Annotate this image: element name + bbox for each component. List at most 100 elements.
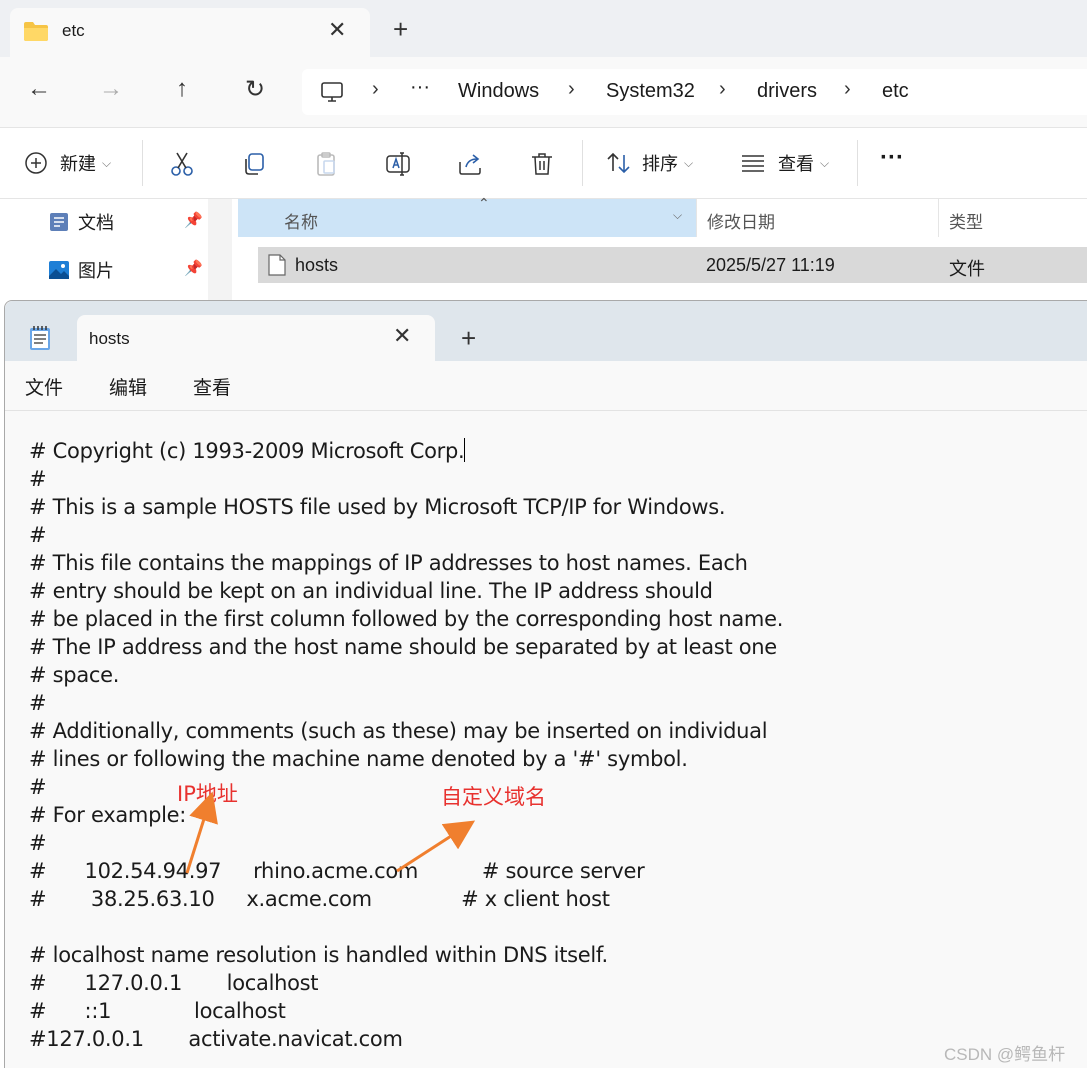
toolbar-divider xyxy=(857,140,858,186)
view-button[interactable]: 查看 ⌵ xyxy=(740,150,829,176)
toolbar-divider xyxy=(142,140,143,186)
file-date: 2025/5/27 11:19 xyxy=(706,255,835,275)
sort-ascending-icon: ⌃ xyxy=(478,195,490,211)
plus-circle-icon xyxy=(25,152,47,174)
view-list-icon xyxy=(742,155,764,172)
column-header-name[interactable]: ⌃ 名称 ⌵ xyxy=(238,195,696,237)
file-type: 文件 xyxy=(949,259,985,279)
new-button-label: 新建 xyxy=(60,154,96,174)
text-line: # 127.0.0.1 localhost xyxy=(29,971,319,995)
annotation-ip-address: IP地址 xyxy=(177,782,238,806)
column-header-type[interactable]: 类型 xyxy=(938,199,1087,237)
rename-icon[interactable] xyxy=(384,150,412,178)
more-options-button[interactable]: ··· xyxy=(880,144,904,172)
text-line: # entry should be kept on an individual … xyxy=(29,579,713,603)
breadcrumb-separator-icon: › xyxy=(844,78,851,100)
column-header-label: 类型 xyxy=(949,213,983,232)
text-line: # 102.54.94.97 rhino.acme.com # source s… xyxy=(29,859,645,883)
folder-icon xyxy=(24,22,48,41)
text-line: # For example: xyxy=(29,803,187,827)
address-bar-row: ← → ↑ ↻ › ··· Windows › System32 › drive… xyxy=(0,57,1087,127)
chevron-down-icon: ⌵ xyxy=(102,155,112,170)
text-line: # space. xyxy=(29,663,120,687)
share-icon[interactable] xyxy=(456,150,484,178)
text-line: # xyxy=(29,523,47,547)
paste-icon[interactable] xyxy=(312,150,340,178)
menu-view[interactable]: 查看 xyxy=(193,373,231,400)
up-arrow-icon[interactable]: ↑ xyxy=(167,75,197,103)
breadcrumb-overflow[interactable]: ··· xyxy=(410,76,430,99)
text-line: # This file contains the mappings of IP … xyxy=(29,551,748,575)
new-tab-button[interactable]: + xyxy=(461,323,476,354)
breadcrumb-separator-icon: › xyxy=(372,78,379,100)
toolbar-divider xyxy=(582,140,583,186)
close-icon[interactable]: ✕ xyxy=(328,17,346,43)
watermark: CSDN @鳄鱼杆 xyxy=(944,1045,1066,1064)
pin-icon[interactable]: 📌 xyxy=(184,259,203,277)
sort-button-label: 排序 xyxy=(642,154,678,174)
text-line: # xyxy=(29,467,47,491)
back-arrow-icon[interactable]: ← xyxy=(24,75,54,103)
delete-icon[interactable] xyxy=(528,150,556,178)
explorer-tab-etc[interactable]: etc ✕ xyxy=(10,8,370,58)
text-line: # xyxy=(29,775,47,799)
breadcrumb-separator-icon: › xyxy=(719,78,726,100)
table-row[interactable]: hosts 2025/5/27 11:19 文件 xyxy=(258,247,1087,283)
notepad-window: hosts ✕ + 文件 编辑 查看 # Copyright (c) 1993-… xyxy=(4,300,1087,1068)
text-line: # Additionally, comments (such as these)… xyxy=(29,719,768,743)
new-tab-button[interactable]: + xyxy=(393,14,408,45)
notepad-tab-hosts[interactable]: hosts ✕ xyxy=(77,315,435,361)
column-header-label: 修改日期 xyxy=(707,213,775,232)
cut-icon[interactable] xyxy=(168,150,196,178)
close-icon[interactable]: ✕ xyxy=(393,323,411,349)
column-header-date[interactable]: 修改日期 xyxy=(696,199,938,237)
text-line: # The IP address and the host name shoul… xyxy=(29,635,777,659)
text-caret xyxy=(464,438,466,462)
forward-arrow-icon[interactable]: → xyxy=(96,75,126,103)
chevron-down-icon: ⌵ xyxy=(820,155,830,170)
menu-edit[interactable]: 编辑 xyxy=(109,373,147,400)
breadcrumb-item-windows[interactable]: Windows xyxy=(458,80,539,103)
breadcrumb-separator-icon: › xyxy=(568,78,575,100)
text-line: # 38.25.63.10 x.acme.com # x client host xyxy=(29,887,610,911)
text-line: # be placed in the first column followed… xyxy=(29,607,784,631)
menu-file[interactable]: 文件 xyxy=(25,373,63,400)
picture-icon xyxy=(49,261,69,279)
address-bar[interactable]: › ··· Windows › System32 › drivers › etc xyxy=(302,69,1087,115)
file-icon xyxy=(268,254,286,276)
sidebar-item-documents[interactable]: 文档 xyxy=(48,207,114,237)
view-button-label: 查看 xyxy=(778,154,814,174)
notepad-tab-label: hosts xyxy=(89,329,130,348)
copy-icon[interactable] xyxy=(240,150,268,178)
new-button[interactable]: 新建 ⌵ xyxy=(24,150,111,176)
command-toolbar: 新建 ⌵ 排序 ⌵ 查看 ⌵ ··· xyxy=(0,127,1087,199)
text-line: # localhost name resolution is handled w… xyxy=(29,943,608,967)
menu-bar: 文件 编辑 查看 xyxy=(5,361,1087,411)
file-list: ⌃ 名称 ⌵ 修改日期 类型 hosts 2025/5/27 11:19 文件 xyxy=(238,195,1087,300)
annotation-custom-domain: 自定义域名 xyxy=(441,785,546,809)
notepad-icon xyxy=(30,326,50,350)
sidebar-item-pictures[interactable]: 图片 xyxy=(48,255,114,285)
text-line: # This is a sample HOSTS file used by Mi… xyxy=(29,495,726,519)
navigation-pane: 文档 📌 图片 📌 xyxy=(0,199,208,300)
document-icon xyxy=(50,213,68,231)
notepad-titlebar: hosts ✕ + xyxy=(5,301,1087,361)
column-header-label: 名称 xyxy=(284,213,318,232)
chevron-down-icon: ⌵ xyxy=(684,155,694,170)
text-line: # Copyright (c) 1993-2009 Microsoft Corp… xyxy=(29,438,466,463)
navigation-scrollbar[interactable] xyxy=(208,199,232,300)
refresh-icon[interactable]: ↻ xyxy=(240,75,270,104)
chevron-down-icon[interactable]: ⌵ xyxy=(673,208,682,223)
sidebar-item-label: 文档 xyxy=(78,213,114,233)
text-line: #127.0.0.1 activate.navicat.com xyxy=(29,1027,403,1051)
explorer-tab-label: etc xyxy=(62,21,85,40)
sort-button[interactable]: 排序 ⌵ xyxy=(606,150,693,176)
breadcrumb-item-system32[interactable]: System32 xyxy=(606,80,695,103)
breadcrumb-item-drivers[interactable]: drivers xyxy=(757,80,817,103)
text-editor[interactable]: # Copyright (c) 1993-2009 Microsoft Corp… xyxy=(5,411,1087,1068)
file-name: hosts xyxy=(295,255,339,275)
text-line: # xyxy=(29,691,47,715)
explorer-titlebar: etc ✕ + xyxy=(0,0,1087,58)
breadcrumb-item-etc[interactable]: etc xyxy=(882,80,909,103)
pin-icon[interactable]: 📌 xyxy=(184,211,203,229)
